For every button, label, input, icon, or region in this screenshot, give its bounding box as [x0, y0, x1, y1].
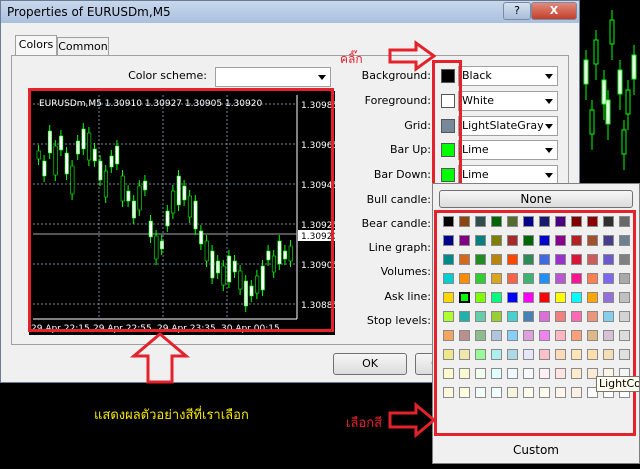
palette-highlight-box	[434, 210, 636, 436]
color-select-value: LightSlateGray	[462, 119, 544, 132]
color-select-value: Black	[462, 69, 492, 82]
property-label: Ask line:	[384, 290, 431, 303]
color-scheme-select[interactable]	[215, 67, 331, 87]
ok-button[interactable]: OK	[333, 353, 407, 375]
chevron-down-icon	[545, 124, 553, 129]
arrow-up-icon	[130, 332, 190, 384]
chevron-down-icon	[545, 173, 553, 178]
arrow-right-icon	[388, 402, 436, 438]
background-candle-body	[617, 69, 623, 95]
color-select-value: White	[462, 94, 494, 107]
property-label: Bar Up:	[389, 143, 431, 156]
chevron-down-icon	[545, 74, 553, 79]
tab-colors[interactable]: Colors	[15, 35, 57, 56]
tab-common[interactable]: Common	[57, 37, 109, 55]
none-color-button[interactable]: None	[439, 190, 633, 208]
property-label: Stop levels:	[366, 314, 431, 327]
preview-highlight-box	[28, 88, 334, 332]
background-candle-body	[621, 129, 627, 155]
property-label: Line graph:	[368, 241, 431, 254]
color-select[interactable]: LightSlateGray	[458, 116, 558, 136]
color-select-value: Lime	[462, 168, 489, 181]
color-tooltip: LightCo	[596, 376, 640, 392]
background-candle-body	[601, 79, 607, 105]
color-select-value: Lime	[462, 143, 489, 156]
property-label: Bar Down:	[373, 168, 431, 181]
color-select[interactable]: White	[458, 91, 558, 111]
background-candle-body	[593, 39, 599, 65]
color-select[interactable]: Lime	[458, 140, 558, 160]
preview-annotation: แสดงผลตัวอย่างสีที่เราเลือก	[94, 408, 249, 423]
property-label: Grid:	[404, 119, 431, 132]
chevron-down-icon	[318, 75, 326, 80]
property-label: Bear candle:	[361, 217, 431, 230]
background-candle-body	[625, 89, 631, 115]
color-select[interactable]: Black	[458, 66, 558, 86]
background-candle-body	[583, 59, 589, 85]
property-label: Foreground:	[364, 94, 431, 107]
property-label: Bull candle:	[366, 193, 431, 206]
swatch-highlight-box	[432, 60, 462, 190]
color-select[interactable]: Lime	[458, 165, 558, 185]
arrow-right-icon	[388, 40, 436, 72]
background-candle-body	[631, 54, 637, 80]
chevron-down-icon	[545, 99, 553, 104]
choose-color-annotation: เลือกสี	[346, 416, 383, 431]
property-label: Volumes:	[380, 265, 431, 278]
chevron-down-icon	[545, 148, 553, 153]
background-candle-body	[589, 109, 595, 135]
background-candle-body	[609, 19, 615, 45]
color-scheme-label: Color scheme:	[128, 69, 207, 82]
window-title: Properties of EURUSDm,M5	[7, 5, 171, 19]
close-button[interactable]: X	[531, 2, 577, 20]
custom-color-button[interactable]: Custom	[439, 440, 633, 460]
help-button[interactable]: ?	[503, 2, 531, 20]
click-annotation: คลิ๊ก	[340, 52, 363, 66]
background-candle-body	[605, 99, 611, 125]
title-bar: Properties of EURUSDm,M5	[1, 1, 579, 23]
